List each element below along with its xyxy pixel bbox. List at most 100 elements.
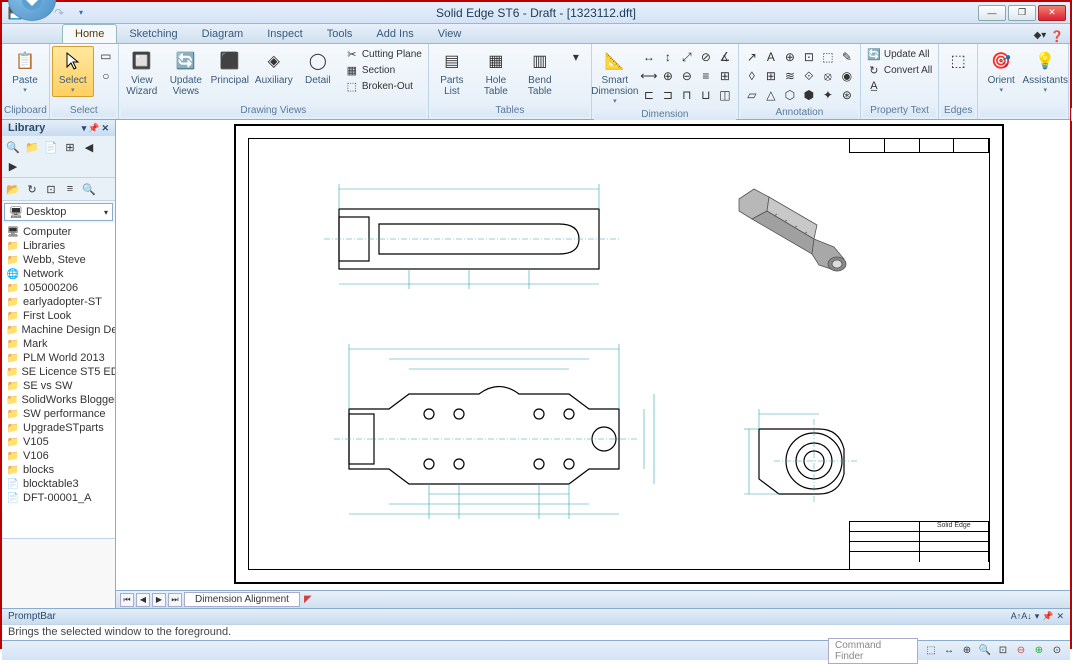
sheet-nav-next[interactable]: ▶ [152,593,166,607]
anno-tool[interactable]: ⦻ [819,67,837,85]
tree-item[interactable]: 📁SW performance [2,407,115,421]
tree-item[interactable]: 📁V106 [2,449,115,463]
lib-tool[interactable]: 🔍 [4,138,22,156]
principal-button[interactable]: ⬛Principal [209,46,251,89]
lib-tool[interactable]: ⊡ [42,180,60,198]
tree-item[interactable]: 📁105000206 [2,281,115,295]
anno-tool[interactable]: ⊞ [762,67,780,85]
paste-button[interactable]: 📋 Paste ▾ [4,46,46,97]
select-tool-1[interactable]: ▭ [96,46,116,66]
anno-tool[interactable]: ⊕ [781,48,799,66]
tree-item[interactable]: 📁V105 [2,435,115,449]
dim-tool[interactable]: ⊞ [716,67,734,85]
help-dropdown-icon[interactable]: ◆▾ [1034,30,1047,43]
tree-item[interactable]: 📁SE Licence ST5 EDU [2,365,115,379]
hole-table-button[interactable]: ▦Hole Table [475,46,517,100]
orient-button[interactable]: 🎯Orient▾ [980,46,1022,97]
tree-item[interactable]: 📁earlyadopter-ST [2,295,115,309]
section-button[interactable]: ▦Section [341,62,426,78]
update-views-button[interactable]: 🔄Update Views [165,46,207,100]
pb-pin-icon[interactable]: 📌 [1042,611,1053,622]
sheet-nav-last[interactable]: ⏭ [168,593,182,607]
anno-tool[interactable]: ✎ [838,48,856,66]
status-icon[interactable]: 🔍 [978,644,992,658]
anno-tool[interactable]: ◉ [838,67,856,85]
auxiliary-button[interactable]: ◈Auxiliary [253,46,295,89]
tables-more-button[interactable]: ▾ [563,46,589,68]
dim-tool[interactable]: ⊓ [678,86,696,104]
cutting-plane-button[interactable]: ✂Cutting Plane [341,46,426,62]
broken-out-button[interactable]: ⬚Broken-Out [341,78,426,94]
tab-inspect[interactable]: Inspect [255,25,314,43]
command-finder-input[interactable]: Command Finder [828,638,918,664]
library-location-combo[interactable]: 🖥 Desktop▾ [4,203,113,221]
anno-tool[interactable]: ▱ [743,86,761,104]
tree-item[interactable]: 📁Machine Design Demo [2,323,115,337]
dim-tool[interactable]: ⊏ [640,86,658,104]
parts-list-button[interactable]: ▤Parts List [431,46,473,100]
anno-tool[interactable]: ⬚ [819,48,837,66]
status-icon[interactable]: ⊡ [996,644,1010,658]
sheet-nav-prev[interactable]: ◀ [136,593,150,607]
minimize-button[interactable]: — [978,5,1006,21]
dim-tool[interactable]: ⊔ [697,86,715,104]
pb-close-icon[interactable]: ✕ [1056,611,1064,622]
select-button[interactable]: Select ▾ [52,46,94,97]
tab-view[interactable]: View [426,25,474,43]
tree-item[interactable]: 📁Libraries [2,239,115,253]
tree-item[interactable]: 🖥Computer [2,225,115,239]
dim-tool[interactable]: ⤢ [678,48,696,66]
anno-tool[interactable]: ↗ [743,48,761,66]
tab-home[interactable]: Home [62,24,117,43]
lib-tool[interactable]: ≡ [61,180,79,198]
sheet-tab[interactable]: Dimension Alignment [184,592,300,607]
lib-tool[interactable]: ▶ [4,157,22,175]
tree-item[interactable]: 🌐Network [2,267,115,281]
anno-tool[interactable]: ⟐ [800,67,818,85]
anno-tool[interactable]: ≋ [781,67,799,85]
anno-tool[interactable]: △ [762,86,780,104]
tree-item[interactable]: 📁blocks [2,463,115,477]
dim-tool[interactable]: ⊐ [659,86,677,104]
dim-tool[interactable]: ⊘ [697,48,715,66]
dim-tool[interactable]: ⟷ [640,67,658,85]
dim-tool[interactable]: ↕ [659,48,677,66]
tab-sketching[interactable]: Sketching [117,25,189,43]
lib-tool[interactable]: 📁 [23,138,41,156]
pb-dropdown-icon[interactable]: ▾ [1035,611,1040,622]
property-text-more[interactable]: A̲ [863,78,936,94]
help-icon[interactable]: ❓ [1050,30,1064,43]
drawing-canvas[interactable]: Solid Edge [116,120,1070,590]
pin-icon[interactable]: 📌 [88,123,99,134]
close-button[interactable]: ✕ [1038,5,1066,21]
assistants-button[interactable]: 💡Assistants▾ [1024,46,1066,97]
tree-item[interactable]: 📁Mark [2,337,115,351]
pin-icon[interactable]: ▾ [82,123,87,134]
pb-font-icon[interactable]: A↑A↓ [1011,611,1032,622]
lib-tool[interactable]: 📄 [42,138,60,156]
status-icon[interactable]: ⬚ [924,644,938,658]
detail-button[interactable]: ◯Detail [297,46,339,89]
lib-tool[interactable]: ↻ [23,180,41,198]
anno-tool[interactable]: ⊛ [838,86,856,104]
tab-diagram[interactable]: Diagram [190,25,256,43]
lib-tool[interactable]: ◀ [80,138,98,156]
sheet-nav-first[interactable]: ⏮ [120,593,134,607]
tree-item[interactable]: 📁First Look [2,309,115,323]
status-zoom-out[interactable]: ⊖ [1014,644,1028,658]
anno-tool[interactable]: ◊ [743,67,761,85]
update-all-button[interactable]: 🔄Update All [863,46,936,62]
tree-item[interactable]: 📁SolidWorks Blogger train [2,393,115,407]
tree-item[interactable]: 📁PLM World 2013 [2,351,115,365]
library-tree[interactable]: 🖥Computer📁Libraries📁Webb, Steve🌐Network📁… [2,223,115,538]
anno-tool[interactable]: A [762,48,780,66]
dim-tool[interactable]: ∡ [716,48,734,66]
anno-tool[interactable]: ⊡ [800,48,818,66]
lib-tool[interactable]: ⊞ [61,138,79,156]
tree-item[interactable]: 📄blocktable3 [2,477,115,491]
status-icon[interactable]: ⊕ [960,644,974,658]
anno-tool[interactable]: ⬡ [781,86,799,104]
lib-tool[interactable]: 📂 [4,180,22,198]
edges-button[interactable]: ⬚ [941,46,975,76]
tab-addins[interactable]: Add Ins [364,25,425,43]
